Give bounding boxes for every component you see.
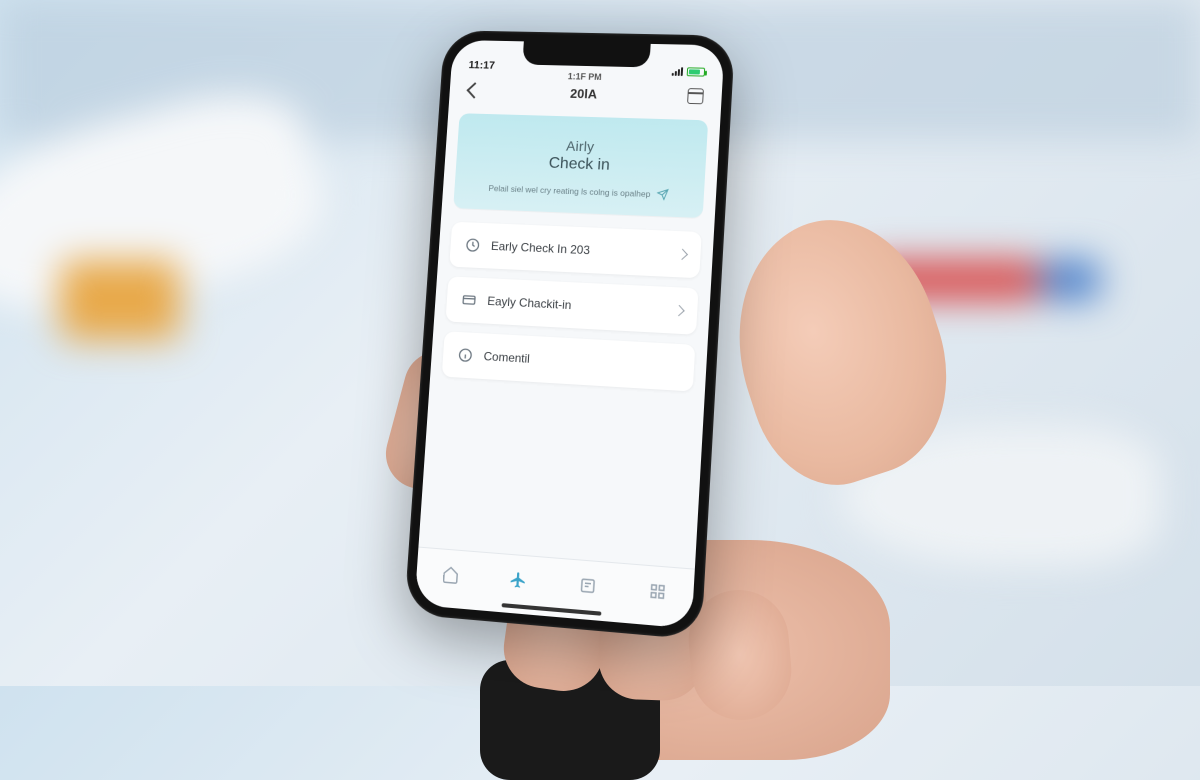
hero-banner: Airly Check in Pelail siel wel cry reati… [453,113,708,218]
chevron-right-icon [673,305,684,316]
list-item[interactable]: Eayly Chackit-in [445,276,698,334]
home-icon [441,565,460,585]
boarding-pass-icon [578,576,597,596]
list-item-label: Eayly Chackit-in [487,294,665,317]
calendar-icon [687,88,704,104]
tab-trips[interactable] [509,570,528,593]
send-icon [656,188,669,200]
battery-icon [687,67,706,76]
ticket-icon [460,291,479,310]
list-item-label: Comentil [483,349,680,374]
page-title: 20lA [570,86,598,101]
info-icon [456,346,475,365]
plane-icon [509,570,528,590]
status-time-center: 1:1F PM [568,71,602,82]
status-time: 11:17 [468,59,495,71]
phone-device: 11:17 1:1F PM 20lA Airly Check in Pelail… [404,30,735,640]
clock-icon [464,236,482,254]
calendar-button[interactable] [683,84,708,108]
list-item[interactable]: Early Check In 203 [449,222,702,279]
chevron-right-icon [677,249,688,260]
hero-subtitle: Pelail siel wel cry reating ls colng is … [488,183,651,199]
phone-screen: 11:17 1:1F PM 20lA Airly Check in Pelail… [414,40,724,629]
phone-notch [522,41,650,67]
signal-icon [672,67,683,76]
grid-icon [648,582,667,602]
tab-bar [414,547,694,629]
list-item[interactable]: Comentil [442,331,696,391]
list-item-label: Early Check In 203 [491,239,669,261]
tab-home[interactable] [441,565,460,588]
back-button[interactable] [462,79,486,103]
options-list: Early Check In 203 Eayly Chackit-in Come… [430,217,714,396]
chevron-left-icon [466,82,482,98]
tab-more[interactable] [648,582,668,605]
tab-boarding[interactable] [578,576,597,599]
